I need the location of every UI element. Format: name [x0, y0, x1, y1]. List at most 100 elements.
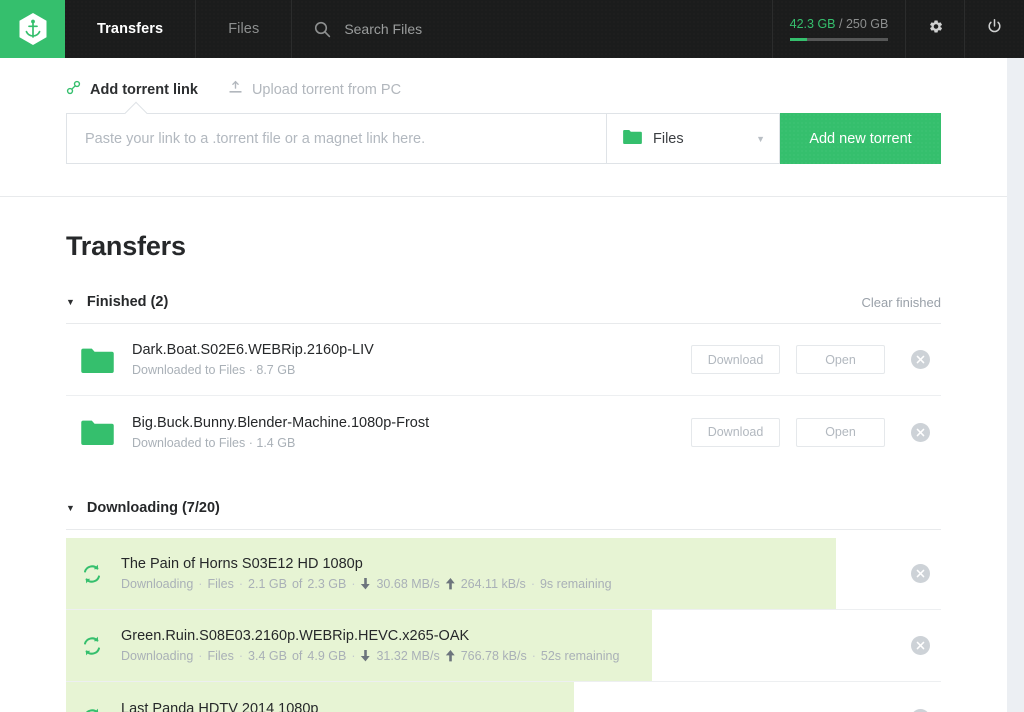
table-row: Big.Buck.Bunny.Blender-Machine.1080p-Fro… — [66, 396, 941, 468]
transfer-of-label: of — [292, 577, 302, 591]
link-icon — [66, 80, 81, 99]
transfer-info: Green.Ruin.S08E03.2160p.WEBRip.HEVC.x265… — [121, 628, 885, 663]
sync-icon — [81, 707, 103, 712]
tab-upload-torrent-label: Upload torrent from PC — [252, 82, 401, 98]
download-button[interactable]: Download — [691, 418, 780, 447]
transfer-info: The Pain of Horns S03E12 HD 1080p Downlo… — [121, 556, 885, 591]
nav-tab-files[interactable]: Files — [196, 0, 292, 58]
close-icon — [916, 569, 925, 578]
collapse-triangle-icon[interactable]: ▼ — [66, 504, 75, 513]
upload-arrow-icon — [445, 578, 456, 590]
transfer-downloaded: 2.1 GB — [248, 577, 287, 591]
anchor-hexagon-logo-icon — [18, 12, 48, 46]
transfer-subtitle: Downloading · Files · 3.4 GB of 4.9 GB ·… — [121, 649, 885, 663]
remove-transfer-button[interactable] — [911, 423, 930, 442]
power-icon — [986, 18, 1003, 40]
top-navbar: Transfers Files Search Files 42.3 GB / 2… — [0, 0, 1024, 58]
app-root: Transfers Files Search Files 42.3 GB / 2… — [0, 0, 1024, 712]
transfer-remaining: 52s remaining — [541, 649, 620, 663]
tab-upload-torrent[interactable]: Upload torrent from PC — [228, 80, 401, 99]
collapse-triangle-icon[interactable]: ▼ — [66, 298, 75, 307]
transfer-of-label: of — [292, 649, 302, 663]
storage-used: 42.3 GB — [790, 17, 836, 31]
transfer-downloaded: 3.4 GB — [248, 649, 287, 663]
download-button[interactable]: Download — [691, 345, 780, 374]
clear-finished-link[interactable]: Clear finished — [862, 295, 942, 310]
transfer-name: Last Panda HDTV 2014 1080p — [121, 701, 885, 712]
remove-transfer-button[interactable] — [911, 636, 930, 655]
close-icon — [916, 428, 925, 437]
storage-label: 42.3 GB / 250 GB — [790, 17, 889, 31]
download-arrow-icon — [360, 578, 371, 590]
dot-separator: · — [351, 577, 355, 591]
table-row: The Pain of Horns S03E12 HD 1080p Downlo… — [66, 538, 941, 610]
transfer-subtitle: Downloading · Files · 2.1 GB of 2.3 GB ·… — [121, 577, 885, 591]
transfer-name: Dark.Boat.S02E6.WEBRip.2160p-LIV — [132, 342, 691, 358]
page-title: Transfers — [66, 231, 941, 262]
destination-folder-select[interactable]: Files ▼ — [606, 113, 780, 164]
transfer-info: Big.Buck.Bunny.Blender-Machine.1080p-Fro… — [132, 415, 691, 450]
search-icon — [314, 21, 331, 38]
folder-icon — [81, 347, 114, 373]
row-content: The Pain of Horns S03E12 HD 1080p Downlo… — [66, 556, 941, 591]
transfer-remaining: 9s remaining — [540, 577, 612, 591]
search-placeholder: Search Files — [344, 21, 422, 37]
downloading-group-header[interactable]: ▼ Downloading (7/20) — [66, 500, 941, 530]
transfer-status: Downloading — [121, 577, 193, 591]
finished-group-header[interactable]: ▼ Finished (2) Clear finished — [66, 294, 941, 324]
open-button[interactable]: Open — [796, 345, 885, 374]
transfer-subtitle: Downloaded to Files · 1.4 GB — [132, 436, 691, 450]
remove-transfer-button[interactable] — [911, 564, 930, 583]
settings-button[interactable] — [906, 0, 965, 58]
search-input[interactable]: Search Files — [292, 0, 772, 58]
transfers-section: Transfers ▼ Finished (2) Clear finished … — [0, 197, 1007, 712]
storage-meter: 42.3 GB / 250 GB — [772, 0, 906, 58]
close-icon — [916, 641, 925, 650]
storage-separator: / — [836, 17, 846, 31]
power-button[interactable] — [965, 0, 1024, 58]
tab-add-torrent-link-label: Add torrent link — [90, 82, 198, 98]
dot-separator: · — [239, 577, 243, 591]
transfer-status: Downloading — [121, 649, 193, 663]
close-icon — [916, 355, 925, 364]
add-torrent-form: Files ▼ Add new torrent — [0, 113, 1007, 196]
destination-folder-label: Files — [653, 131, 684, 147]
add-torrent-panel: Add torrent link Upload torrent from PC — [0, 58, 1007, 197]
sync-icon — [81, 563, 103, 585]
nav-tab-transfers[interactable]: Transfers — [65, 0, 196, 58]
remove-transfer-button[interactable] — [911, 350, 930, 369]
app-logo[interactable] — [0, 0, 65, 58]
main-card: Add torrent link Upload torrent from PC — [0, 58, 1007, 712]
transfer-download-speed: 31.32 MB/s — [376, 649, 439, 663]
upload-icon — [228, 80, 243, 99]
transfer-total: 2.3 GB — [307, 577, 346, 591]
transfer-upload-speed: 264.11 kB/s — [461, 577, 526, 591]
gear-icon — [927, 18, 944, 40]
dot-separator: · — [532, 649, 536, 663]
transfer-total: 4.9 GB — [307, 649, 346, 663]
transfer-folder: Files — [207, 649, 233, 663]
transfer-name: Big.Buck.Bunny.Blender-Machine.1080p-Fro… — [132, 415, 691, 431]
remove-transfer-button[interactable] — [911, 709, 930, 712]
dot-separator: · — [531, 577, 535, 591]
storage-progress-fill — [790, 38, 807, 41]
folder-icon — [81, 419, 114, 445]
folder-icon — [623, 129, 642, 148]
torrent-link-input[interactable] — [66, 113, 606, 164]
transfer-info: Dark.Boat.S02E6.WEBRip.2160p-LIV Downloa… — [132, 342, 691, 377]
transfer-upload-speed: 766.78 kB/s — [461, 649, 527, 663]
add-new-torrent-button[interactable]: Add new torrent — [780, 113, 941, 164]
transfer-info: Last Panda HDTV 2014 1080p Downloading ·… — [121, 701, 885, 712]
row-content: Last Panda HDTV 2014 1080p Downloading ·… — [66, 701, 941, 712]
transfer-subtitle: Downloaded to Files · 8.7 GB — [132, 363, 691, 377]
finished-list: Dark.Boat.S02E6.WEBRip.2160p-LIV Downloa… — [66, 324, 941, 468]
dot-separator: · — [351, 649, 355, 663]
storage-progress-bar — [790, 38, 888, 41]
dot-separator: · — [198, 649, 202, 663]
table-row: Green.Ruin.S08E03.2160p.WEBRip.HEVC.x265… — [66, 610, 941, 682]
transfer-name: Green.Ruin.S08E03.2160p.WEBRip.HEVC.x265… — [121, 628, 885, 644]
table-row: Last Panda HDTV 2014 1080p Downloading ·… — [66, 682, 941, 712]
tab-add-torrent-link[interactable]: Add torrent link — [66, 80, 198, 99]
dot-separator: · — [239, 649, 243, 663]
open-button[interactable]: Open — [796, 418, 885, 447]
